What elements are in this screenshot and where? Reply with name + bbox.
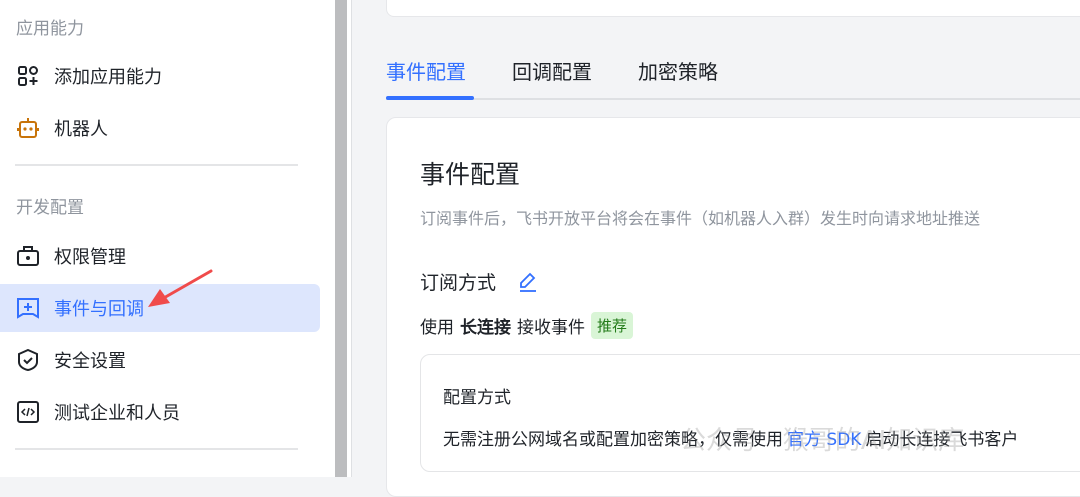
sidebar-item-add-capability[interactable]: 添加应用能力 — [0, 52, 320, 100]
sidebar-item-label: 安全设置 — [54, 351, 126, 372]
event-config-card: 事件配置 订阅事件后，飞书开放平台将会在事件（如机器人入群）发生时向请求地址推送… — [386, 117, 1080, 497]
mode-prefix: 使用 — [420, 318, 454, 338]
section-title-dev-config: 开发配置 — [16, 198, 84, 218]
tab-bar: 事件配置 回调配置 加密策略 — [386, 52, 1080, 100]
config-method-text: 无需注册公网域名或配置加密策略，仅需使用 官方 SDK 启动长连接飞书客户 — [443, 425, 1018, 450]
config-text: 启动长连接飞书客户 — [865, 430, 1019, 450]
mode-suffix: 接收事件 — [517, 318, 585, 338]
apps-add-icon — [17, 65, 39, 87]
top-card — [386, 0, 1080, 17]
mode-name: 长连接 — [460, 318, 511, 338]
card-title: 事件配置 — [420, 160, 521, 189]
sidebar-item-label: 事件与回调 — [54, 299, 144, 320]
scrollbar[interactable] — [335, 0, 347, 477]
tab-encryption-strategy[interactable]: 加密策略 — [638, 56, 718, 85]
recommended-badge: 推荐 — [591, 312, 634, 339]
divider — [15, 164, 298, 166]
official-sdk-link[interactable]: 官方 SDK — [787, 430, 861, 450]
edit-icon[interactable] — [518, 272, 538, 292]
config-method-box: 配置方式 无需注册公网域名或配置加密策略，仅需使用 官方 SDK 启动长连接飞书客户 — [420, 354, 1080, 472]
subscribe-method-label: 订阅方式 — [420, 272, 497, 294]
sidebar-item-robot[interactable]: 机器人 — [0, 104, 320, 152]
subscribe-mode: 使用 长连接 接收事件 推荐 — [420, 312, 634, 339]
tab-callback-config[interactable]: 回调配置 — [512, 56, 592, 85]
event-icon — [17, 297, 39, 319]
sidebar-item-label: 机器人 — [54, 119, 108, 140]
sidebar-item-label: 权限管理 — [54, 247, 126, 268]
shield-icon — [17, 349, 39, 371]
sidebar-item-label: 测试企业和人员 — [54, 403, 180, 424]
sidebar-item-label: 添加应用能力 — [54, 67, 162, 88]
red-arrow-annotation — [148, 269, 213, 307]
sidebar: 应用能力 添加应用能力 机器人 开发配置 权限管理 事件与回调 安全设置 测试企… — [0, 0, 335, 477]
config-method-title: 配置方式 — [443, 388, 511, 408]
sidebar-item-security[interactable]: 安全设置 — [0, 336, 320, 384]
card-description: 订阅事件后，飞书开放平台将会在事件（如机器人入群）发生时向请求地址推送 — [420, 209, 981, 228]
code-icon — [17, 401, 39, 423]
robot-icon — [17, 117, 39, 139]
sidebar-item-test-enterprise[interactable]: 测试企业和人员 — [0, 388, 320, 436]
config-text: 无需注册公网域名或配置加密策略，仅需使用 — [443, 430, 783, 450]
active-tab-indicator — [386, 96, 474, 100]
subscribe-method-heading: 订阅方式 — [420, 268, 538, 295]
section-title-app-capabilities: 应用能力 — [16, 19, 84, 39]
scrollbar-track — [347, 0, 352, 477]
tab-event-config[interactable]: 事件配置 — [386, 56, 466, 85]
divider — [15, 448, 298, 450]
permission-icon — [17, 245, 39, 267]
